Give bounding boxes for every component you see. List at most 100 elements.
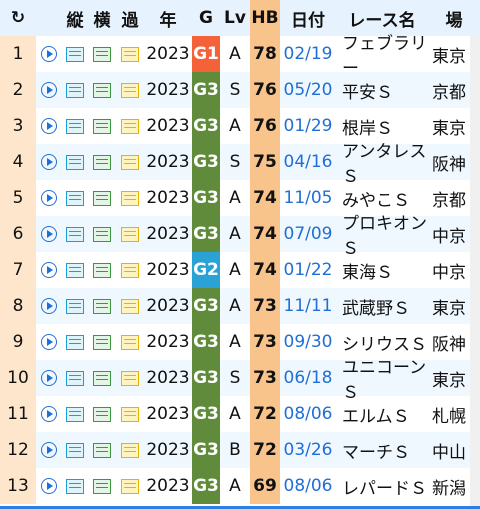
race-name-cell[interactable]: レパードＳ <box>336 468 428 504</box>
yoko-button[interactable] <box>88 144 116 180</box>
kako-button[interactable] <box>116 252 144 288</box>
tate-button[interactable] <box>62 252 88 288</box>
history-sheet-icon <box>121 190 139 206</box>
yoko-button[interactable] <box>88 180 116 216</box>
play-button[interactable] <box>36 108 62 144</box>
kako-button[interactable] <box>116 396 144 432</box>
play-button[interactable] <box>36 144 62 180</box>
tate-button[interactable] <box>62 216 88 252</box>
race-name-cell[interactable]: ユニコーンＳ <box>336 358 428 403</box>
table-row[interactable]: 8 2023 G3 A 73 11/11 武蔵野Ｓ 東京 <box>0 288 480 324</box>
tate-button[interactable] <box>62 72 88 108</box>
kako-button[interactable] <box>116 108 144 144</box>
tate-button[interactable] <box>62 36 88 72</box>
yoko-button[interactable] <box>88 468 116 504</box>
tate-button[interactable] <box>62 432 88 468</box>
table-row[interactable]: 4 2023 G3 S 75 04/16 アンタレスＳ 阪神 <box>0 142 480 187</box>
play-button[interactable] <box>36 36 62 72</box>
play-circle-icon <box>41 226 57 242</box>
race-name-cell[interactable]: 東海Ｓ <box>336 252 428 288</box>
table-row[interactable]: 7 2023 G2 A 74 01/22 東海Ｓ 中京 <box>0 252 480 288</box>
play-button[interactable] <box>36 180 62 216</box>
hb-cell: 72 <box>250 432 280 468</box>
col-hb[interactable]: HB <box>250 0 280 36</box>
tate-button[interactable] <box>62 288 88 324</box>
kako-button[interactable] <box>116 288 144 324</box>
col-place[interactable]: 場 <box>428 0 480 36</box>
kako-button[interactable] <box>116 432 144 468</box>
race-name-cell[interactable]: フェブラリー <box>336 34 428 79</box>
race-name-cell[interactable]: 平安Ｓ <box>336 72 428 108</box>
table-row[interactable]: 12 2023 G3 B 72 03/26 マーチＳ 中山 <box>0 432 480 468</box>
row-number: 6 <box>0 216 36 252</box>
table-row[interactable]: 1 2023 G1 A 78 02/19 フェブラリー 東京 <box>0 34 480 79</box>
race-name-cell[interactable]: エルムＳ <box>336 396 428 432</box>
tate-button[interactable] <box>62 180 88 216</box>
tate-button[interactable] <box>62 468 88 504</box>
kako-button[interactable] <box>116 144 144 180</box>
yoko-button[interactable] <box>88 432 116 468</box>
play-button[interactable] <box>36 288 62 324</box>
table-row[interactable]: 6 2023 G3 A 74 07/09 プロキオンＳ 中京 <box>0 214 480 259</box>
kako-button[interactable] <box>116 360 144 396</box>
tate-button[interactable] <box>62 360 88 396</box>
col-grade[interactable]: G <box>192 0 220 36</box>
yoko-button[interactable] <box>88 72 116 108</box>
yoko-button[interactable] <box>88 36 116 72</box>
vertical-scrollbar[interactable] <box>470 36 480 506</box>
play-button[interactable] <box>36 360 62 396</box>
kako-button[interactable] <box>116 180 144 216</box>
row-number: 11 <box>0 396 36 432</box>
yoko-button[interactable] <box>88 216 116 252</box>
play-circle-icon <box>41 478 57 494</box>
history-sheet-icon <box>121 406 139 422</box>
yoko-button[interactable] <box>88 288 116 324</box>
refresh-icon[interactable]: ↻ <box>0 0 36 36</box>
table-row[interactable]: 10 2023 G3 S 73 06/18 ユニコーンＳ 東京 <box>0 358 480 403</box>
col-level[interactable]: Lv <box>220 0 250 36</box>
yoko-button[interactable] <box>88 252 116 288</box>
kako-button[interactable] <box>116 468 144 504</box>
table-row[interactable]: 11 2023 G3 A 72 08/06 エルムＳ 札幌 <box>0 396 480 432</box>
play-button[interactable] <box>36 72 62 108</box>
table-row[interactable]: 13 2023 G3 A 69 08/06 レパードＳ 新潟 <box>0 468 480 504</box>
col-tate[interactable]: 縦 <box>62 0 88 36</box>
col-date[interactable]: 日付 <box>280 0 336 36</box>
col-yoko[interactable]: 横 <box>88 0 116 36</box>
kako-button[interactable] <box>116 72 144 108</box>
kako-button[interactable] <box>116 216 144 252</box>
table-row[interactable]: 2 2023 G3 S 76 05/20 平安Ｓ 京都 <box>0 72 480 108</box>
tate-button[interactable] <box>62 108 88 144</box>
history-sheet-icon <box>121 226 139 242</box>
vertical-sheet-icon <box>66 118 84 134</box>
tate-button[interactable] <box>62 144 88 180</box>
yoko-button[interactable] <box>88 360 116 396</box>
race-name-cell[interactable]: アンタレスＳ <box>336 142 428 187</box>
yoko-button[interactable] <box>88 108 116 144</box>
history-sheet-icon <box>121 370 139 386</box>
kako-button[interactable] <box>116 324 144 360</box>
yoko-button[interactable] <box>88 396 116 432</box>
race-name-cell[interactable]: 武蔵野Ｓ <box>336 288 428 324</box>
race-name-cell[interactable]: プロキオンＳ <box>336 214 428 259</box>
play-button[interactable] <box>36 324 62 360</box>
play-button[interactable] <box>36 216 62 252</box>
play-button[interactable] <box>36 468 62 504</box>
hb-cell: 72 <box>250 396 280 432</box>
vertical-sheet-icon <box>66 262 84 278</box>
row-number: 3 <box>0 108 36 144</box>
play-button[interactable] <box>36 396 62 432</box>
play-button[interactable] <box>36 432 62 468</box>
horizontal-sheet-icon <box>93 262 111 278</box>
level-cell: A <box>229 296 241 316</box>
col-kako[interactable]: 過 <box>116 0 144 36</box>
tate-button[interactable] <box>62 324 88 360</box>
tate-button[interactable] <box>62 396 88 432</box>
row-number: 10 <box>0 360 36 396</box>
race-name-cell[interactable]: マーチＳ <box>336 432 428 468</box>
hb-cell: 78 <box>250 36 280 72</box>
col-year[interactable]: 年 <box>144 0 192 36</box>
kako-button[interactable] <box>116 36 144 72</box>
play-button[interactable] <box>36 252 62 288</box>
yoko-button[interactable] <box>88 324 116 360</box>
